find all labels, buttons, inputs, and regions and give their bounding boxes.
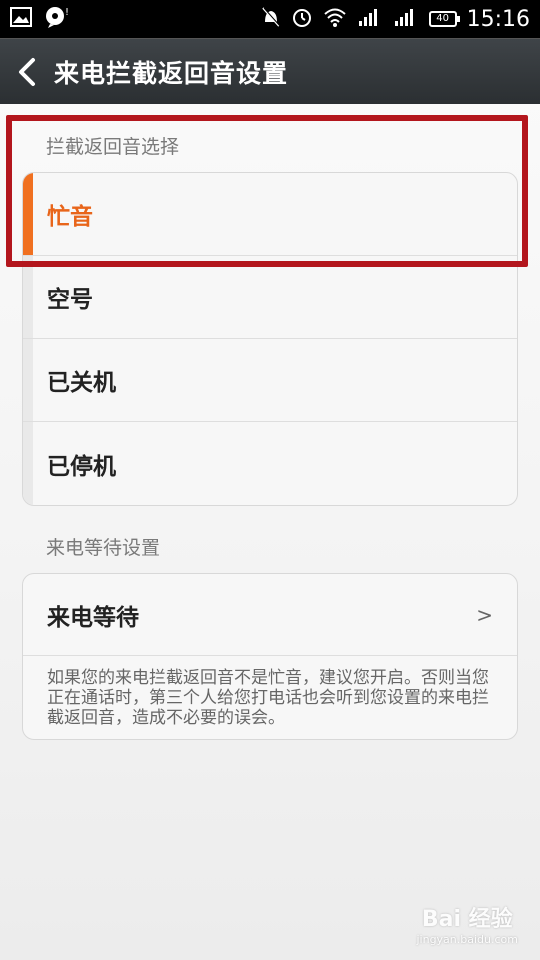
option-label: 忙音: [47, 204, 93, 230]
selection-indicator: [23, 173, 33, 255]
battery-icon: 40: [428, 11, 460, 27]
alarm-icon: [291, 6, 313, 32]
watermark-logo: Bai 经验: [421, 907, 513, 932]
option-label: 空号: [47, 287, 93, 313]
wifi-icon: [323, 7, 347, 31]
call-waiting-card: 来电等待 > 如果您的来电拦截返回音不是忙音，建议您开启。否则当您正在通话时，第…: [22, 573, 518, 740]
section-header-intercept-tone: 拦截返回音选择: [46, 136, 180, 158]
image-icon: [10, 7, 32, 31]
back-button[interactable]: [0, 39, 54, 105]
back-arrow-icon: [19, 57, 35, 86]
watermark: Bai 经验 jingyan.baidu.com: [416, 901, 518, 946]
option-empty-number[interactable]: 空号: [23, 256, 517, 339]
title-bar: 来电拦截返回音设置: [0, 38, 540, 104]
option-label: 已停机: [47, 453, 116, 480]
intercept-tone-options: 忙音 空号 已关机 已停机: [22, 172, 518, 506]
call-waiting-description: 如果您的来电拦截返回音不是忙音，建议您开启。否则当您正在通话时，第三个人给您打电…: [47, 668, 489, 728]
option-powered-off[interactable]: 已关机: [23, 339, 517, 422]
mute-bell-icon: [261, 6, 281, 32]
svg-text:!: !: [65, 7, 69, 18]
option-label: 已关机: [47, 370, 116, 396]
page-title: 来电拦截返回音设置: [54, 58, 289, 88]
status-bar: ! 40 15:16: [0, 0, 540, 38]
signal-icon-2: [393, 7, 419, 31]
watermark-url: jingyan.baidu.com: [416, 933, 518, 946]
selection-indicator: [23, 339, 33, 421]
notification-icon: !: [44, 6, 70, 32]
option-busy[interactable]: 忙音: [23, 173, 517, 256]
chevron-right-icon: >: [476, 602, 493, 627]
call-waiting-label: 来电等待: [47, 604, 139, 631]
selection-indicator: [23, 422, 33, 505]
status-time: 15:16: [466, 6, 530, 32]
option-suspended[interactable]: 已停机: [23, 422, 517, 505]
section-header-call-waiting: 来电等待设置: [46, 537, 161, 559]
call-waiting-item[interactable]: 来电等待 >: [23, 574, 517, 656]
selection-indicator: [23, 256, 33, 338]
signal-icon: [357, 7, 383, 31]
